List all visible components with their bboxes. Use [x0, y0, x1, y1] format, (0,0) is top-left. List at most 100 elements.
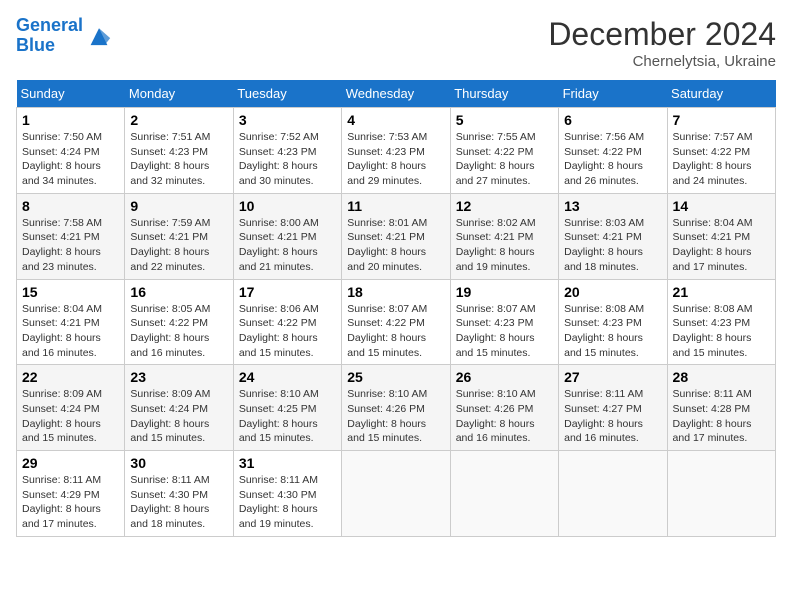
- calendar-table: SundayMondayTuesdayWednesdayThursdayFrid…: [16, 80, 776, 537]
- logo-text: General Blue: [16, 16, 83, 56]
- day-number: 29: [22, 455, 119, 471]
- day-number: 12: [456, 198, 553, 214]
- cell-info: Sunrise: 8:11 AMSunset: 4:29 PMDaylight:…: [22, 473, 119, 532]
- day-number: 2: [130, 112, 227, 128]
- calendar-cell: 28 Sunrise: 8:11 AMSunset: 4:28 PMDayligh…: [667, 365, 775, 451]
- calendar-cell: 1Sunrise: 7:50 AMSunset: 4:24 PMDaylight…: [17, 108, 125, 194]
- logo-icon: [85, 22, 113, 50]
- calendar-cell: [559, 451, 667, 537]
- calendar-cell: 16 Sunrise: 8:05 AMSunset: 4:22 PMDayligh…: [125, 279, 233, 365]
- day-number: 4: [347, 112, 444, 128]
- month-title: December 2024: [548, 16, 776, 53]
- calendar-cell: 11 Sunrise: 8:01 AMSunset: 4:21 PMDayligh…: [342, 193, 450, 279]
- week-row-2: 8Sunrise: 7:58 AMSunset: 4:21 PMDaylight…: [17, 193, 776, 279]
- day-number: 30: [130, 455, 227, 471]
- cell-info: Sunrise: 8:11 AMSunset: 4:30 PMDaylight:…: [239, 473, 336, 532]
- day-number: 17: [239, 284, 336, 300]
- calendar-cell: 15 Sunrise: 8:04 AMSunset: 4:21 PMDayligh…: [17, 279, 125, 365]
- logo: General Blue: [16, 16, 113, 56]
- week-row-1: 1Sunrise: 7:50 AMSunset: 4:24 PMDaylight…: [17, 108, 776, 194]
- week-row-5: 29 Sunrise: 8:11 AMSunset: 4:29 PMDayligh…: [17, 451, 776, 537]
- cell-info: Sunrise: 8:08 AMSunset: 4:23 PMDaylight:…: [673, 302, 770, 361]
- calendar-cell: [667, 451, 775, 537]
- day-number: 14: [673, 198, 770, 214]
- cell-info: Sunrise: 8:04 AMSunset: 4:21 PMDaylight:…: [22, 302, 119, 361]
- cell-info: Sunrise: 8:11 AMSunset: 4:28 PMDaylight:…: [673, 387, 770, 446]
- cell-info: Sunrise: 8:09 AMSunset: 4:24 PMDaylight:…: [130, 387, 227, 446]
- calendar-cell: 9Sunrise: 7:59 AMSunset: 4:21 PMDaylight…: [125, 193, 233, 279]
- cell-info: Sunrise: 8:10 AMSunset: 4:25 PMDaylight:…: [239, 387, 336, 446]
- day-number: 26: [456, 369, 553, 385]
- day-number: 5: [456, 112, 553, 128]
- cell-info: Sunrise: 8:11 AMSunset: 4:27 PMDaylight:…: [564, 387, 661, 446]
- calendar-cell: 24 Sunrise: 8:10 AMSunset: 4:25 PMDayligh…: [233, 365, 341, 451]
- calendar-cell: 31 Sunrise: 8:11 AMSunset: 4:30 PMDayligh…: [233, 451, 341, 537]
- cell-info: Sunrise: 7:51 AMSunset: 4:23 PMDaylight:…: [130, 130, 227, 189]
- day-number: 3: [239, 112, 336, 128]
- cell-info: Sunrise: 7:57 AMSunset: 4:22 PMDaylight:…: [673, 130, 770, 189]
- day-number: 6: [564, 112, 661, 128]
- calendar-cell: 6 Sunrise: 7:56 AMSunset: 4:22 PMDaylight…: [559, 108, 667, 194]
- calendar-cell: 18 Sunrise: 8:07 AMSunset: 4:22 PMDayligh…: [342, 279, 450, 365]
- cell-info: Sunrise: 8:07 AMSunset: 4:22 PMDaylight:…: [347, 302, 444, 361]
- cell-info: Sunrise: 8:01 AMSunset: 4:21 PMDaylight:…: [347, 216, 444, 275]
- day-number: 27: [564, 369, 661, 385]
- logo-general: General: [16, 15, 83, 35]
- cell-info: Sunrise: 8:06 AMSunset: 4:22 PMDaylight:…: [239, 302, 336, 361]
- calendar-cell: 22Sunrise: 8:09 AMSunset: 4:24 PMDayligh…: [17, 365, 125, 451]
- cell-info: Sunrise: 8:05 AMSunset: 4:22 PMDaylight:…: [130, 302, 227, 361]
- calendar-cell: 27 Sunrise: 8:11 AMSunset: 4:27 PMDayligh…: [559, 365, 667, 451]
- header-wednesday: Wednesday: [342, 80, 450, 108]
- day-number: 7: [673, 112, 770, 128]
- calendar-cell: 26Sunrise: 8:10 AMSunset: 4:26 PMDayligh…: [450, 365, 558, 451]
- calendar-cell: 20 Sunrise: 8:08 AMSunset: 4:23 PMDayligh…: [559, 279, 667, 365]
- day-number: 10: [239, 198, 336, 214]
- header-sunday: Sunday: [17, 80, 125, 108]
- day-number: 24: [239, 369, 336, 385]
- calendar-cell: 13 Sunrise: 8:03 AMSunset: 4:21 PMDayligh…: [559, 193, 667, 279]
- calendar-cell: 5Sunrise: 7:55 AMSunset: 4:22 PMDaylight…: [450, 108, 558, 194]
- cell-info: Sunrise: 8:03 AMSunset: 4:21 PMDaylight:…: [564, 216, 661, 275]
- cell-info: Sunrise: 8:10 AMSunset: 4:26 PMDaylight:…: [347, 387, 444, 446]
- day-number: 16: [130, 284, 227, 300]
- day-number: 11: [347, 198, 444, 214]
- calendar-cell: 12 Sunrise: 8:02 AMSunset: 4:21 PMDayligh…: [450, 193, 558, 279]
- cell-info: Sunrise: 7:56 AMSunset: 4:22 PMDaylight:…: [564, 130, 661, 189]
- cell-info: Sunrise: 7:53 AMSunset: 4:23 PMDaylight:…: [347, 130, 444, 189]
- calendar-cell: 8Sunrise: 7:58 AMSunset: 4:21 PMDaylight…: [17, 193, 125, 279]
- calendar-cell: [450, 451, 558, 537]
- calendar-cell: 23 Sunrise: 8:09 AMSunset: 4:24 PMDayligh…: [125, 365, 233, 451]
- cell-info: Sunrise: 7:50 AMSunset: 4:24 PMDaylight:…: [22, 130, 119, 189]
- calendar-cell: 3 Sunrise: 7:52 AMSunset: 4:23 PMDaylight…: [233, 108, 341, 194]
- calendar-cell: 10Sunrise: 8:00 AMSunset: 4:21 PMDayligh…: [233, 193, 341, 279]
- day-number: 19: [456, 284, 553, 300]
- cell-info: Sunrise: 8:04 AMSunset: 4:21 PMDaylight:…: [673, 216, 770, 275]
- calendar-cell: 17 Sunrise: 8:06 AMSunset: 4:22 PMDayligh…: [233, 279, 341, 365]
- header: General Blue December 2024 Chernelytsia,…: [16, 16, 776, 70]
- week-row-3: 15 Sunrise: 8:04 AMSunset: 4:21 PMDayligh…: [17, 279, 776, 365]
- cell-info: Sunrise: 8:08 AMSunset: 4:23 PMDaylight:…: [564, 302, 661, 361]
- day-number: 28: [673, 369, 770, 385]
- cell-info: Sunrise: 8:02 AMSunset: 4:21 PMDaylight:…: [456, 216, 553, 275]
- day-number: 25: [347, 369, 444, 385]
- day-number: 18: [347, 284, 444, 300]
- day-number: 20: [564, 284, 661, 300]
- header-monday: Monday: [125, 80, 233, 108]
- day-number: 8: [22, 198, 119, 214]
- day-number: 23: [130, 369, 227, 385]
- day-number: 22: [22, 369, 119, 385]
- calendar-cell: 30Sunrise: 8:11 AMSunset: 4:30 PMDayligh…: [125, 451, 233, 537]
- header-friday: Friday: [559, 80, 667, 108]
- logo-blue: Blue: [16, 35, 55, 55]
- cell-info: Sunrise: 7:52 AMSunset: 4:23 PMDaylight:…: [239, 130, 336, 189]
- day-number: 31: [239, 455, 336, 471]
- cell-info: Sunrise: 7:59 AMSunset: 4:21 PMDaylight:…: [130, 216, 227, 275]
- header-row: SundayMondayTuesdayWednesdayThursdayFrid…: [17, 80, 776, 108]
- calendar-cell: 4 Sunrise: 7:53 AMSunset: 4:23 PMDaylight…: [342, 108, 450, 194]
- day-number: 13: [564, 198, 661, 214]
- header-thursday: Thursday: [450, 80, 558, 108]
- day-number: 15: [22, 284, 119, 300]
- calendar-cell: 21Sunrise: 8:08 AMSunset: 4:23 PMDayligh…: [667, 279, 775, 365]
- calendar-cell: 25 Sunrise: 8:10 AMSunset: 4:26 PMDayligh…: [342, 365, 450, 451]
- header-tuesday: Tuesday: [233, 80, 341, 108]
